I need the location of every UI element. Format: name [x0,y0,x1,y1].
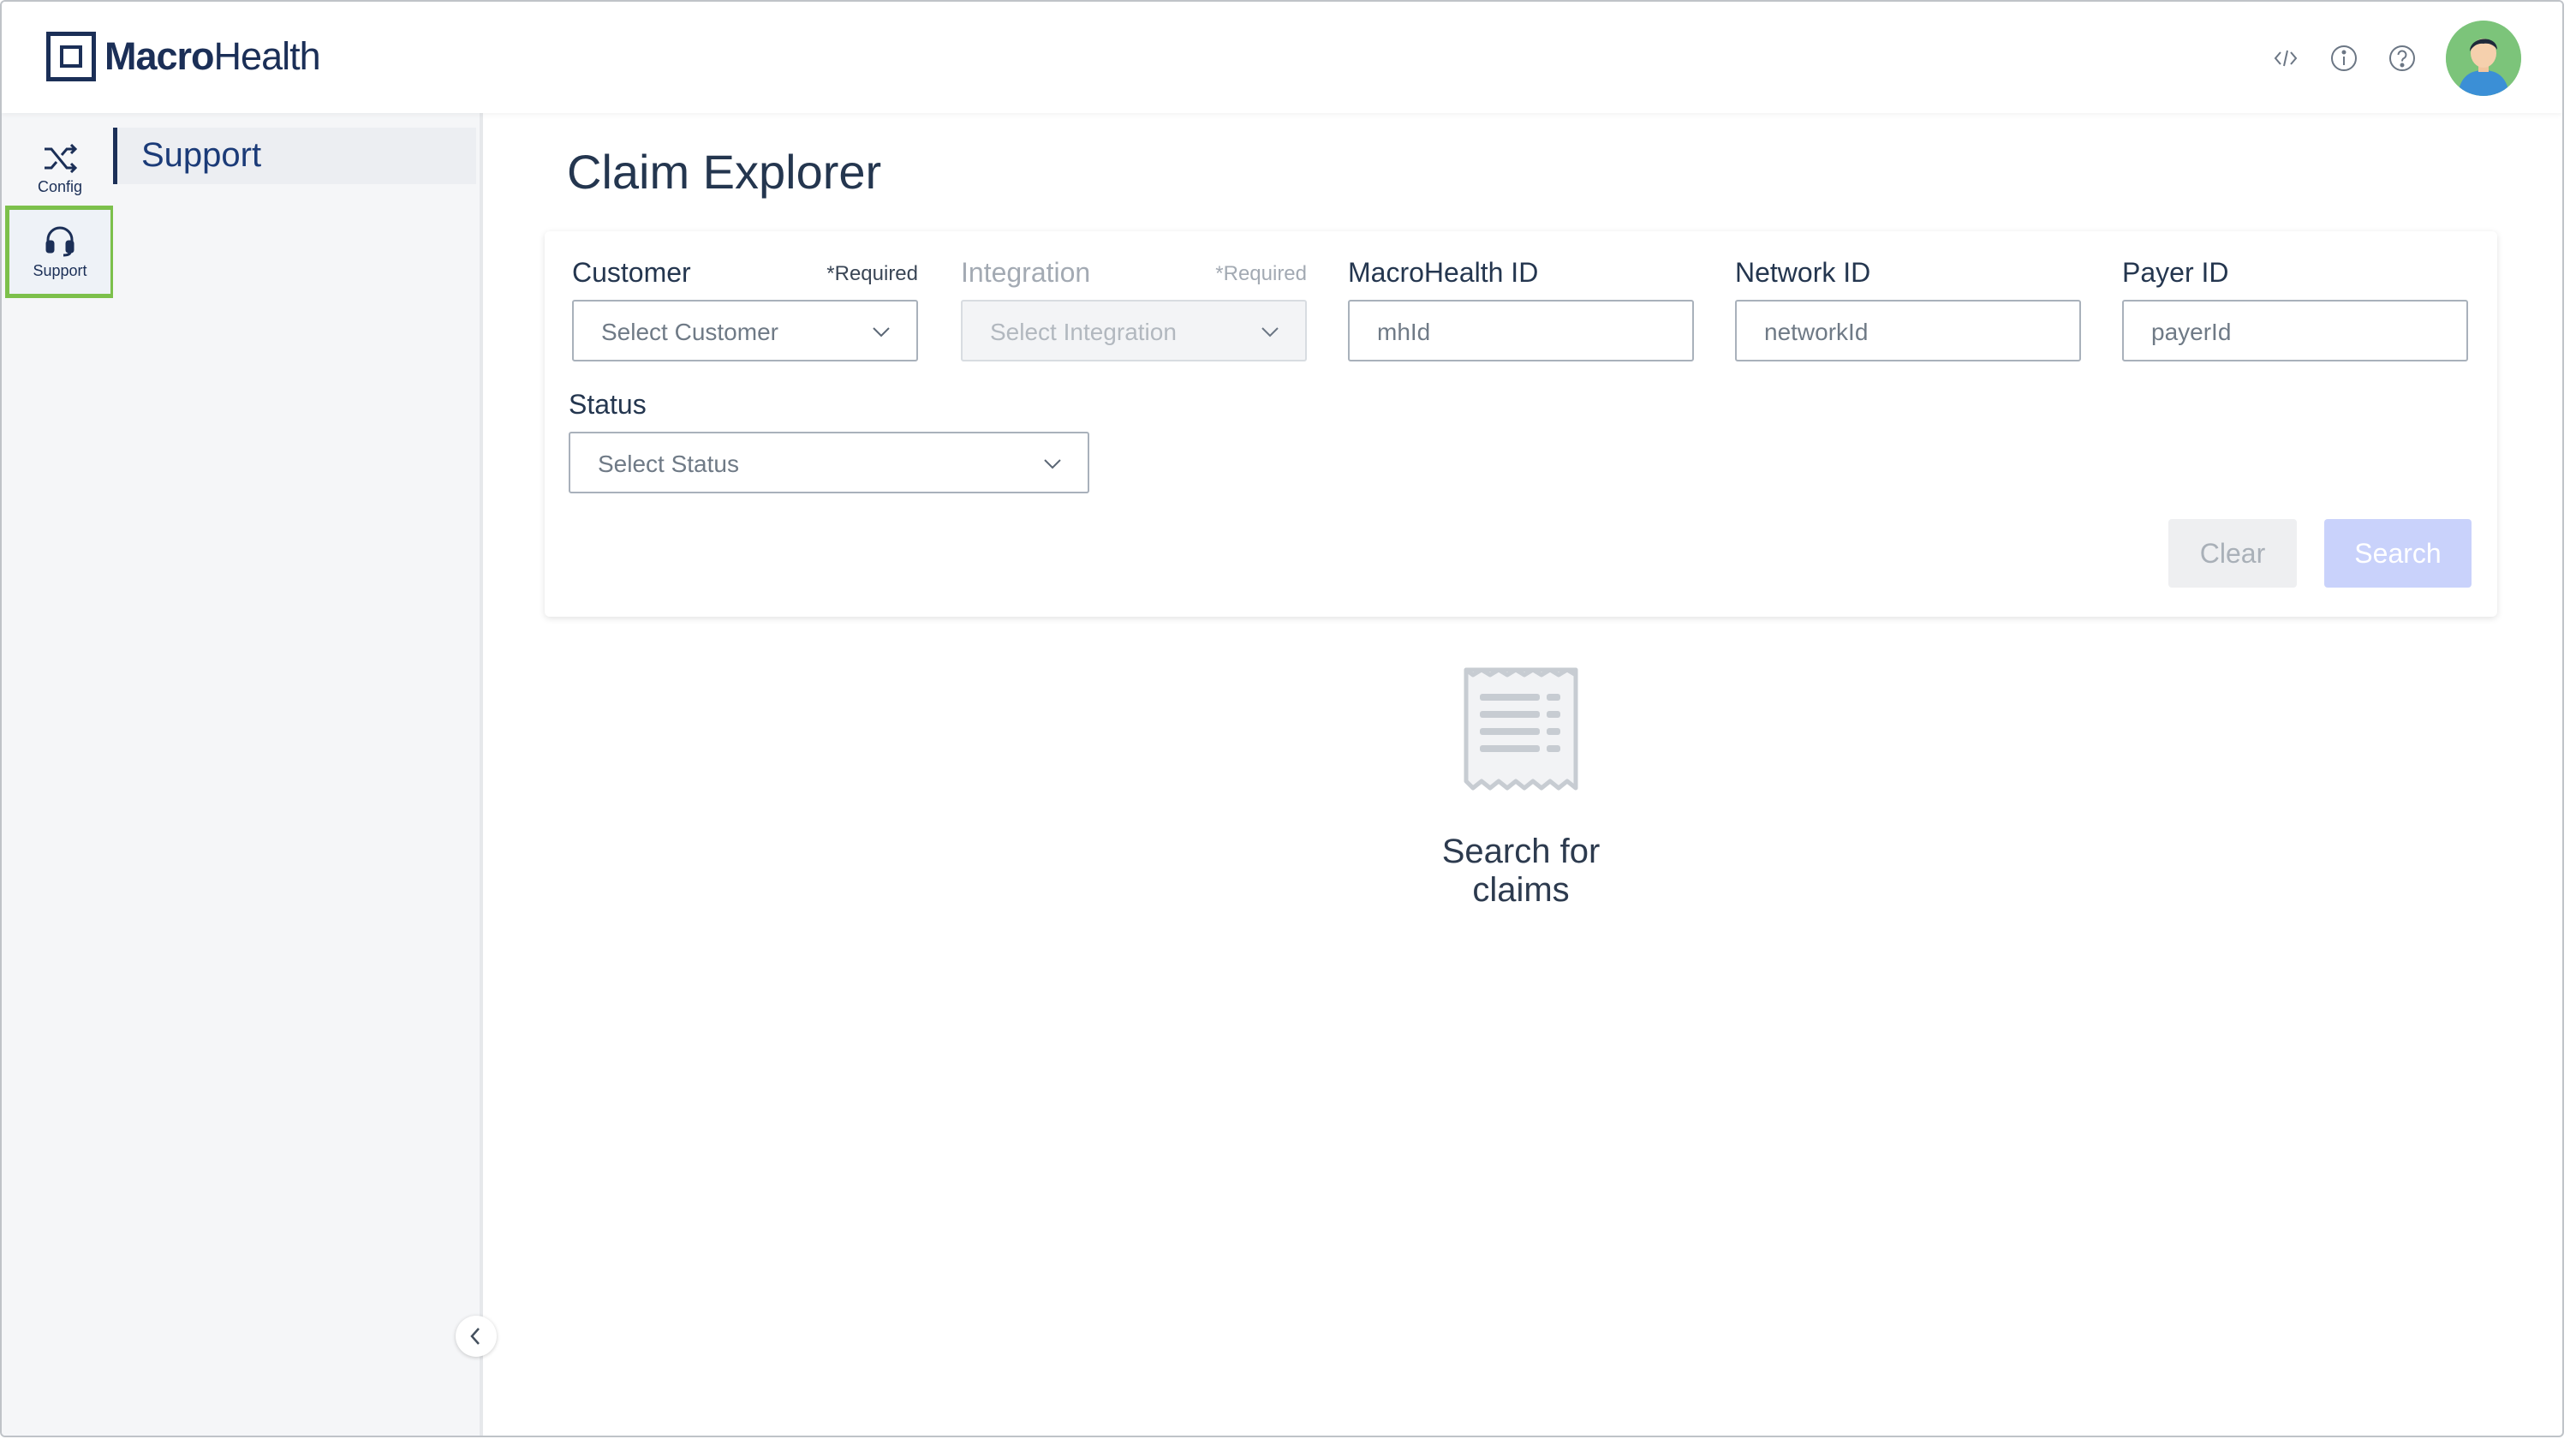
macrohealth-id-input[interactable]: mhId [1348,300,1694,361]
payer-id-label: Payer ID [2122,257,2229,288]
header-actions [2271,21,2521,96]
integration-placeholder: Select Integration [990,319,1177,345]
network-id-label: Network ID [1735,257,1871,288]
rail-item-label: Config [37,177,83,195]
macrohealth-logo[interactable]: MacroHealth [46,27,321,86]
sidebar-item-support[interactable]: Support [113,128,476,184]
top-header: MacroHealth [2,2,2562,113]
chevron-down-icon [1044,459,1061,469]
payer-id-input[interactable]: payerId [2122,300,2468,361]
page-title: Claim Explorer [567,145,882,199]
collapse-sidebar-button[interactable] [456,1316,497,1357]
integration-field: Integration *Required Select Integration [961,257,1307,361]
chevron-down-icon [873,327,890,337]
status-label: Status [569,389,647,420]
network-id-placeholder: networkId [1764,319,1869,345]
user-avatar[interactable] [2446,21,2521,96]
status-select[interactable]: Select Status [569,432,1089,493]
integration-select[interactable]: Select Integration [961,300,1307,361]
chevron-down-icon [1261,327,1279,337]
info-icon[interactable] [2329,44,2358,73]
help-icon[interactable] [2388,44,2417,73]
macrohealth-id-placeholder: mhId [1377,319,1431,345]
receipt-icon [1464,667,1578,791]
rail-item-config[interactable]: Config [5,123,115,216]
logo-light-text: Health [213,34,321,78]
logo-mark-icon [46,32,96,81]
status-field: Status Select Status [569,389,1089,493]
integration-required-note: *Required [1215,262,1307,285]
customer-placeholder: Select Customer [601,319,778,345]
customer-field: Customer *Required Select Customer [572,257,918,361]
secondary-sidebar: Support [113,113,483,1436]
filter-panel: Customer *Required Select Customer Integ… [545,231,2497,617]
macrohealth-id-field: MacroHealth ID mhId [1348,257,1694,361]
customer-select[interactable]: Select Customer [572,300,918,361]
app-window: MacroHealth Config Support Support Claim… [0,0,2564,1437]
network-id-input[interactable]: networkId [1735,300,2081,361]
status-placeholder: Select Status [598,451,739,477]
clear-button[interactable]: Clear [2168,519,2297,588]
code-icon[interactable] [2271,44,2300,73]
rail-item-label: Support [33,261,87,279]
logo-bold-text: Macro [104,34,215,78]
macrohealth-id-label: MacroHealth ID [1348,257,1539,288]
sidebar-item-label: Support [141,136,262,174]
search-button[interactable]: Search [2324,519,2472,588]
icon-rail: Config Support [2,113,115,1436]
customer-required-note: *Required [826,262,918,285]
rail-item-support[interactable]: Support [5,206,115,298]
empty-state-message: Search for claims [1441,833,1601,909]
chevron-left-icon [470,1328,480,1345]
network-id-field: Network ID networkId [1735,257,2081,361]
payer-id-placeholder: payerId [2151,319,2232,345]
shuffle-icon [45,143,78,173]
payer-id-field: Payer ID payerId [2122,257,2468,361]
headset-icon [45,226,75,256]
